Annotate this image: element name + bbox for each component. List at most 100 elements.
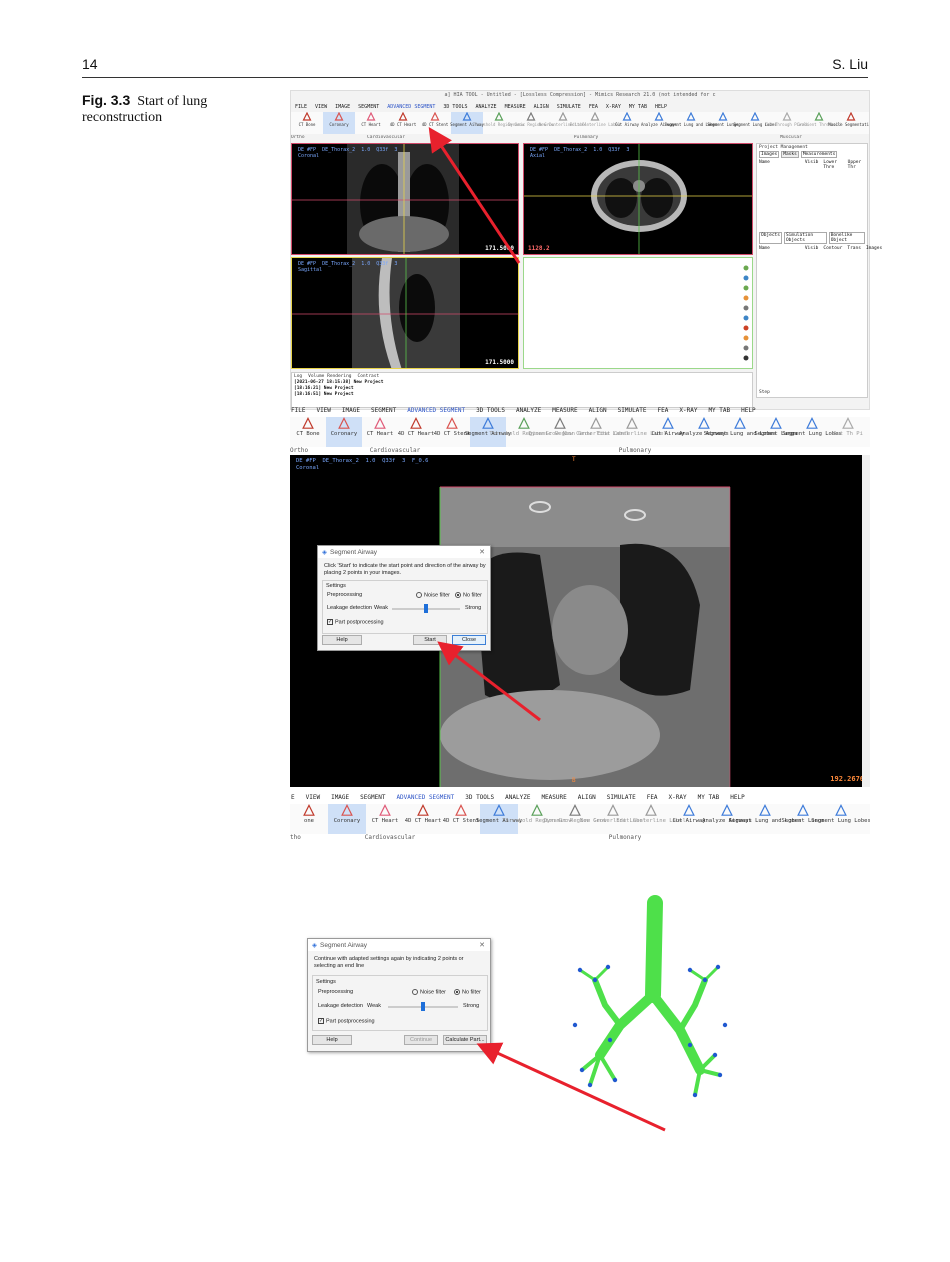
slider-thumb[interactable] [421, 1002, 425, 1011]
ribbon-button-muscle-segmentation[interactable]: Muscle Segmentation [828, 112, 869, 134]
menu-item-3d-tools[interactable]: 3D TOOLS [476, 407, 505, 414]
slider-thumb[interactable] [424, 604, 428, 613]
ribbon-button-segment-lung-lobes[interactable]: Segment Lung Lobes [782, 417, 842, 447]
tab-volume-rendering[interactable]: Volume Rendering [308, 374, 351, 379]
ribbon-button-ct-heart[interactable]: CT Heart [355, 112, 387, 134]
tab-contrast[interactable]: Contrast [358, 374, 380, 379]
ribbon-button-segment-lung-and-lobes[interactable]: Segment Lung and Lobes [704, 417, 776, 447]
menu-item-fea[interactable]: FEA [647, 794, 658, 801]
ribbon-button-coronary[interactable]: Coronary [323, 112, 355, 134]
ribbon-button-ct-bone[interactable]: CT Bone [290, 417, 326, 447]
menu-item-measure[interactable]: MEASURE [505, 104, 526, 110]
ribbon-button-4d-ct-stent[interactable]: 4D CT Stent [442, 804, 480, 834]
ribbon-button-ct-heart[interactable]: CT Heart [362, 417, 398, 447]
menu-item-file[interactable]: FILE [291, 407, 305, 414]
axial-viewport[interactable]: DE #FP DE_Thorax_2 1.0 Q33f 3 Axial 1128… [523, 143, 753, 255]
ribbon-button-4d-ct-stent[interactable]: 4D CT Stent [419, 112, 451, 134]
close-icon[interactable]: ✕ [479, 548, 485, 556]
close-icon[interactable]: ✕ [479, 941, 485, 949]
menu-item-simulate[interactable]: SIMULATE [607, 794, 636, 801]
ribbon-button-edit-centerline-label[interactable]: Edit Centerline Label [570, 112, 620, 134]
ribbon-button-4d-ct-heart[interactable]: 4D CT Heart [398, 417, 434, 447]
menu-item-segment[interactable]: SEGMENT [358, 104, 379, 110]
menu-item-fea[interactable]: FEA [589, 104, 598, 110]
menu-item-help[interactable]: HELP [730, 794, 744, 801]
help-button[interactable]: Help [312, 1035, 352, 1045]
no-filter-option[interactable]: No filter [454, 989, 481, 995]
menu-item-x-ray[interactable]: X-RAY [679, 407, 697, 414]
menu-item-view[interactable]: VIEW [315, 104, 327, 110]
menu-item-analyze[interactable]: ANALYZE [516, 407, 541, 414]
start-button[interactable]: Start [413, 635, 447, 645]
menu-item-align[interactable]: ALIGN [589, 407, 607, 414]
menu-item-my-tab[interactable]: MY TAB [698, 794, 720, 801]
menu-item-file[interactable]: FILE [295, 104, 307, 110]
segment-lung-lobes-icon [750, 112, 760, 121]
ribbon-button-cut-airway[interactable]: Cut Airway [611, 112, 643, 134]
ribbon-button-coronary[interactable]: Coronary [328, 804, 366, 834]
menu-item-simulate[interactable]: SIMULATE [618, 407, 647, 414]
menu-item-3d-tools[interactable]: 3D TOOLS [465, 794, 494, 801]
menu-item-x-ray[interactable]: X-RAY [606, 104, 621, 110]
ribbon-button-edit-centerline-label[interactable]: Edit Centerline Label [597, 417, 667, 447]
tab-objects[interactable]: Objects [759, 232, 782, 244]
menu-item-measure[interactable]: MEASURE [552, 407, 577, 414]
tab-bonelike-objects[interactable]: Bonelike Object [828, 232, 865, 244]
noise-filter-option[interactable]: Noise filter [416, 592, 450, 598]
menu-item-view[interactable]: VIEW [316, 407, 330, 414]
ribbon-button-one[interactable]: one [290, 804, 328, 834]
tab-masks[interactable]: Masks [781, 151, 799, 158]
menu-item-align[interactable]: ALIGN [534, 104, 549, 110]
noise-filter-option[interactable]: Noise filter [412, 989, 446, 995]
ribbon-button-ct-bone[interactable]: CT Bone [291, 112, 323, 134]
ribbon-button-edit-centerline-label[interactable]: Edit Centerline Label [616, 804, 686, 834]
menu-item-segment[interactable]: SEGMENT [371, 407, 396, 414]
3d-viewport[interactable] [523, 257, 753, 369]
ribbon-button-segment-lung-lobes[interactable]: Segment Lung Lobes [811, 804, 870, 834]
4d-ct-heart-icon [398, 112, 408, 121]
calculate-part-button[interactable]: Calculate Part... [443, 1035, 487, 1045]
menu-item-segment[interactable]: SEGMENT [360, 794, 385, 801]
ribbon-button-4d-ct-heart[interactable]: 4D CT Heart [404, 804, 442, 834]
menu-item-e[interactable]: E [291, 794, 295, 801]
menu-item-advanced-segment[interactable]: ADVANCED SEGMENT [387, 104, 435, 110]
menu-item-simulate[interactable]: SIMULATE [557, 104, 581, 110]
sagittal-viewport[interactable]: DE #FP DE_Thorax_2 1.0 Q33f 3 Sagittal 1… [291, 257, 519, 369]
ribbon-button-4d-ct-heart[interactable]: 4D CT Heart [387, 112, 419, 134]
menu-item-analyze[interactable]: ANALYZE [476, 104, 497, 110]
tab-measurements[interactable]: Measurements [800, 151, 838, 158]
menu-item-view[interactable]: VIEW [306, 794, 320, 801]
ribbon-button-segment-lung-and-lobes[interactable]: Segment Lung and Lobes [665, 112, 718, 134]
no-filter-option[interactable]: No filter [455, 592, 482, 598]
tab-images[interactable]: Images [759, 151, 780, 158]
ribbon-button-segment-lung-and-lobes[interactable]: Segment Lung and Lobes [729, 804, 801, 834]
menu-item-image[interactable]: IMAGE [335, 104, 350, 110]
ribbon-button-cut-th-pi[interactable]: Cut Th Pi [830, 417, 866, 447]
object-panel-tabs: Objects Simulation Objects Bonelike Obje… [757, 232, 867, 244]
menu-item-x-ray[interactable]: X-RAY [669, 794, 687, 801]
menu-item-help[interactable]: HELP [655, 104, 667, 110]
menu-item-3d-tools[interactable]: 3D TOOLS [443, 104, 467, 110]
ribbon-button-ct-heart[interactable]: CT Heart [366, 804, 404, 834]
tab-simulation-objects[interactable]: Simulation Objects [783, 232, 827, 244]
menu-item-help[interactable]: HELP [741, 407, 755, 414]
menu-item-image[interactable]: IMAGE [342, 407, 360, 414]
menu-item-align[interactable]: ALIGN [578, 794, 596, 801]
viewport-scrollbar[interactable] [862, 455, 870, 787]
coronal-viewport[interactable]: DE #FP DE_Thorax_2 1.0 Q33f 3 Coronal 17… [291, 143, 519, 255]
menu-item-image[interactable]: IMAGE [331, 794, 349, 801]
menu-item-analyze[interactable]: ANALYZE [505, 794, 530, 801]
help-button[interactable]: Help [322, 635, 362, 645]
menu-item-my-tab[interactable]: MY TAB [708, 407, 730, 414]
tab-log[interactable]: Log [294, 374, 302, 379]
ribbon-button-coronary[interactable]: Coronary [326, 417, 362, 447]
close-button[interactable]: Close [452, 635, 486, 645]
menu-item-my-tab[interactable]: MY TAB [629, 104, 647, 110]
continue-button[interactable]: Continue [404, 1035, 438, 1045]
menu-item-advanced-segment[interactable]: ADVANCED SEGMENT [396, 794, 454, 801]
menu-item-advanced-segment[interactable]: ADVANCED SEGMENT [407, 407, 465, 414]
part-postprocessing-option[interactable]: ✓ Part postprocessing [318, 1018, 375, 1024]
part-postprocessing-option[interactable]: ✓ Part postprocessing [327, 619, 384, 625]
menu-item-fea[interactable]: FEA [658, 407, 669, 414]
menu-item-measure[interactable]: MEASURE [541, 794, 566, 801]
